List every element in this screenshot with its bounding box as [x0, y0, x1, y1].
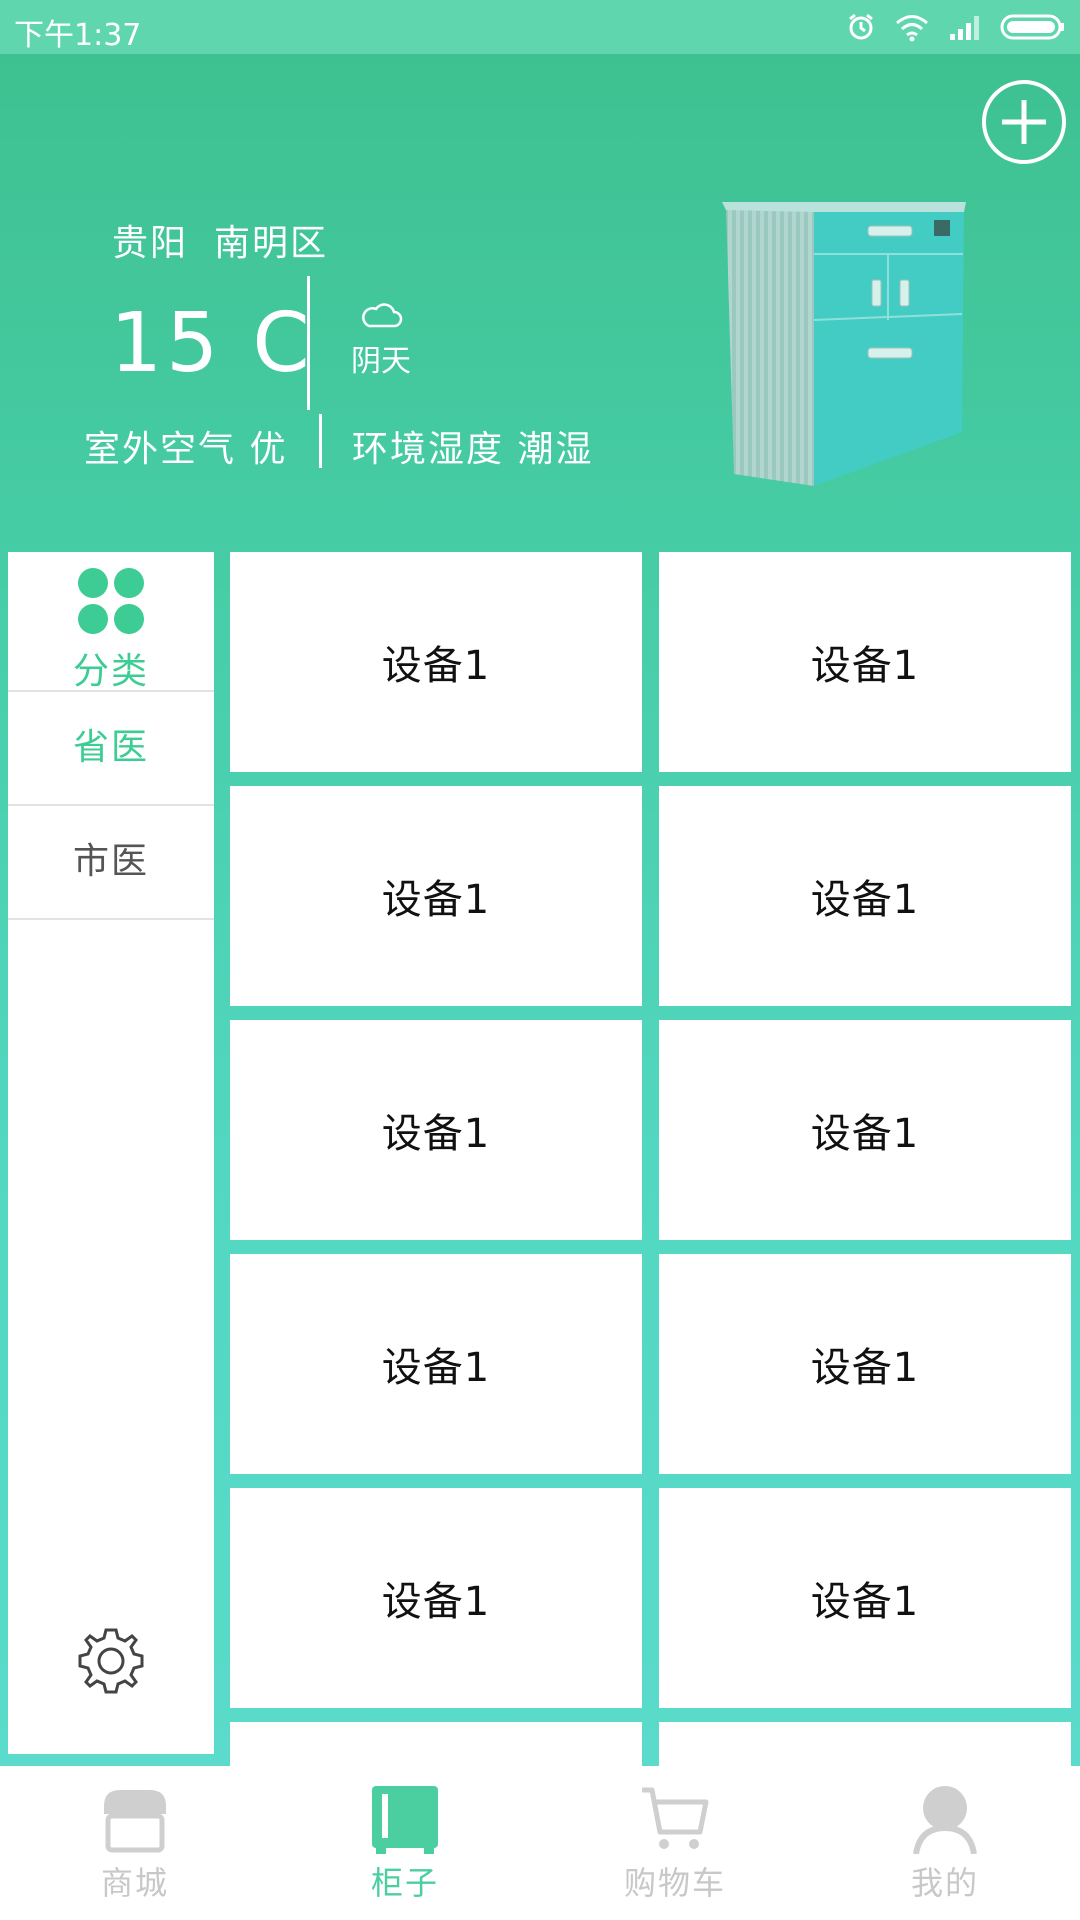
signal-icon [950, 16, 979, 40]
alarm-icon [849, 13, 873, 40]
battery-icon [1000, 14, 1064, 40]
nav-item-mine[interactable]: 我的 [810, 1766, 1080, 1920]
shop-icon [104, 1790, 166, 1853]
cloud-icon [362, 303, 403, 328]
status-time: 下午1:37 [14, 18, 142, 53]
status-icons [846, 10, 1066, 44]
status-bar: 下午1:37 [0, 0, 1080, 54]
category-sidebar: 分类 省医 市医 [8, 552, 214, 1754]
device-card[interactable]: 设备1 [230, 552, 642, 772]
nav-label-mine: 我的 [910, 1864, 979, 1902]
nav-item-shop[interactable]: 商城 [0, 1766, 270, 1920]
device-card[interactable]: 设备1 [230, 1488, 642, 1708]
device-card[interactable]: 设备1 [659, 1020, 1071, 1240]
device-card[interactable]: 设备1 [659, 552, 1071, 772]
wifi-icon [896, 15, 928, 42]
nav-item-cabinet[interactable]: 柜子 [270, 1766, 540, 1920]
device-card[interactable]: 设备1 [659, 786, 1071, 1006]
gear-icon[interactable] [76, 1626, 146, 1696]
device-card-partial[interactable] [659, 1722, 1071, 1766]
category-label: 分类 [72, 651, 149, 692]
category-header[interactable]: 分类 [8, 552, 214, 692]
sidebar-item-city-hospital[interactable]: 市医 [8, 806, 214, 920]
device-card[interactable]: 设备1 [659, 1254, 1071, 1474]
humidity: 环境湿度 潮湿 [352, 429, 594, 470]
weather-block: 阴天 [346, 300, 416, 380]
cabinet-icon [372, 1786, 438, 1854]
district-label: 南明区 [214, 223, 329, 264]
device-card-partial[interactable] [230, 1722, 642, 1766]
nav-label-shop: 商城 [100, 1864, 169, 1902]
weather-label: 阴天 [351, 344, 411, 379]
air-quality: 室外空气 优 [84, 429, 288, 470]
nav-label-cart: 购物车 [623, 1864, 726, 1902]
person-icon [913, 1786, 977, 1854]
location: 贵阳 南明区 [112, 214, 328, 266]
city-label: 贵阳 [112, 223, 189, 264]
bottom-nav: 商城 柜子 购物车 我的 [0, 1766, 1080, 1920]
temperature: 15 C [110, 296, 314, 391]
divider [307, 276, 310, 410]
cabinet-illustration [722, 202, 966, 486]
nav-label-cabinet: 柜子 [370, 1864, 439, 1902]
device-card[interactable]: 设备1 [230, 1020, 642, 1240]
device-card[interactable]: 设备1 [230, 786, 642, 1006]
cart-icon [642, 1787, 709, 1849]
add-button[interactable] [982, 80, 1066, 164]
divider [319, 414, 322, 468]
sidebar-item-provincial-hospital[interactable]: 省医 [8, 692, 214, 806]
device-card[interactable]: 设备1 [659, 1488, 1071, 1708]
category-grid-icon [78, 568, 144, 634]
app-screen: 下午1:37 贵阳 南明区 15 C 阴天 室外空气 优 环境湿度 潮湿 分类 … [0, 0, 1080, 1920]
nav-item-cart[interactable]: 购物车 [540, 1766, 810, 1920]
device-card[interactable]: 设备1 [230, 1254, 642, 1474]
